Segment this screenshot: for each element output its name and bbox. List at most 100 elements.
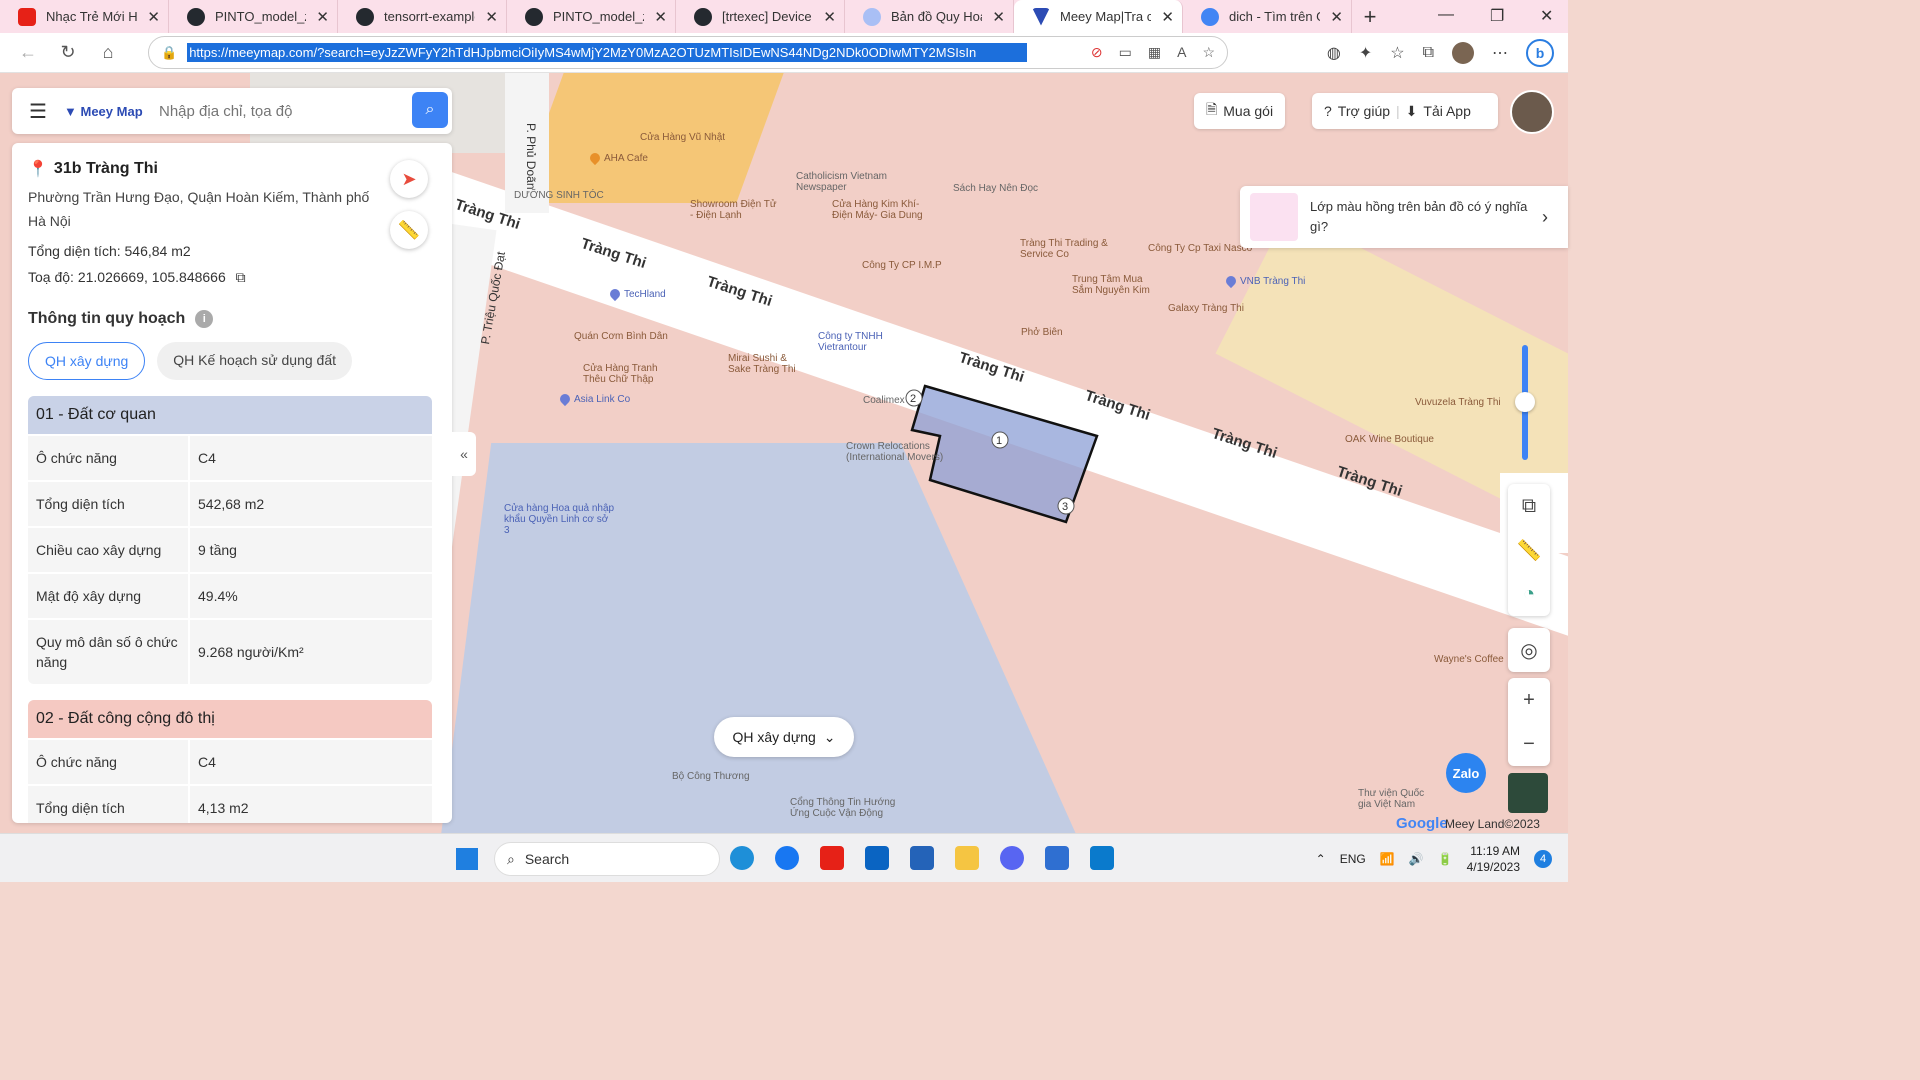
map-poi[interactable]: Tràng Thi Trading & Service Co xyxy=(1020,238,1120,260)
map-poi[interactable]: Cửa Hàng Kim Khí-Điện Máy- Gia Dung xyxy=(832,199,932,221)
zalo-icon[interactable]: Zalo xyxy=(1446,753,1486,793)
minimize-icon[interactable]: — xyxy=(1438,6,1454,24)
map-poi[interactable]: Vuvuzela Tràng Thi xyxy=(1415,397,1501,408)
browser-tab[interactable]: PINTO_model_zoo✕ xyxy=(507,0,676,33)
map-poi[interactable]: Trung Tâm Mua Sắm Nguyên Kim xyxy=(1072,274,1162,296)
facebook-icon[interactable] xyxy=(775,846,799,870)
browser-tab[interactable]: Bản đồ Quy Hoạch✕ xyxy=(845,0,1014,33)
close-icon[interactable]: ✕ xyxy=(147,8,160,26)
tab-qh-xay-dung[interactable]: QH xây dựng xyxy=(28,342,146,380)
refresh-icon[interactable]: ↻ xyxy=(48,42,88,63)
qr-icon[interactable]: ▦ xyxy=(1148,44,1161,61)
restore-icon[interactable]: ❐ xyxy=(1490,6,1504,26)
youtube-icon[interactable] xyxy=(820,846,844,870)
extensions-icon[interactable]: ✦ xyxy=(1359,43,1372,63)
search-button[interactable]: ⌕ xyxy=(412,92,448,128)
windows-start-icon[interactable] xyxy=(456,848,478,870)
opacity-slider-handle[interactable] xyxy=(1515,392,1535,412)
info-icon[interactable]: i xyxy=(195,310,214,328)
back-icon[interactable]: ← xyxy=(8,42,48,63)
map-poi[interactable]: Phở Biên xyxy=(1021,327,1063,338)
browser-tab[interactable]: dich - Tìm trên Go✕ xyxy=(1183,0,1352,33)
url-text[interactable]: https://meeymap.com/?search=eyJzZWFyY2hT… xyxy=(187,43,1028,62)
wifi-icon[interactable]: 📶 xyxy=(1380,852,1395,866)
map-poi[interactable]: Công ty TNHH Vietrantour xyxy=(818,331,898,353)
bing-icon[interactable]: b xyxy=(1526,39,1554,67)
browser-tab-active[interactable]: Meey Map|Tra cứu✕ xyxy=(1014,0,1183,33)
map-poi[interactable]: Thư viện Quốc gia Việt Nam xyxy=(1358,788,1428,810)
discord-icon[interactable] xyxy=(1000,846,1024,870)
url-field[interactable]: 🔒 https://meeymap.com/?search=eyJzZWFyY2… xyxy=(148,36,1228,69)
map-poi[interactable]: VNB Tràng Thi xyxy=(1223,274,1305,289)
browser-tab[interactable]: PINTO_model_zoo✕ xyxy=(169,0,338,33)
map-poi[interactable]: TecHland xyxy=(607,287,666,302)
language-indicator[interactable]: ENG xyxy=(1340,852,1366,866)
menu-icon[interactable]: ☰ xyxy=(12,99,64,124)
browser-tab[interactable]: Nhạc Trẻ Mới Hay✕ xyxy=(0,0,169,33)
buy-package-button[interactable]: 🗎 Mua gói xyxy=(1194,93,1286,129)
collections-icon[interactable]: ⧉ xyxy=(1423,44,1434,62)
close-icon[interactable]: ✕ xyxy=(485,8,498,26)
map-poi[interactable]: Công Ty Cp Taxi Nasco xyxy=(1148,243,1252,254)
close-icon[interactable]: ✕ xyxy=(992,8,1005,26)
close-icon[interactable]: ✕ xyxy=(654,8,667,26)
layer-select[interactable]: QH xây dựng ⌄ xyxy=(714,717,854,757)
map-poi[interactable]: Galaxy Tràng Thi xyxy=(1168,303,1244,314)
meey-map-logo[interactable]: ▼ Meey Map xyxy=(64,104,159,119)
map-poi[interactable]: DƯỠNG SINH TÓC xyxy=(514,190,604,201)
map-poi[interactable]: Asia Link Co xyxy=(557,392,630,407)
map-poi[interactable]: Cổng Thông Tin Hướng Ứng Cuộc Vận Động xyxy=(790,797,900,819)
map-poi[interactable]: Catholicism Vietnam Newspaper xyxy=(796,171,896,193)
tab-qh-ke-hoach[interactable]: QH Kế hoạch sử dụng đất xyxy=(157,342,352,380)
profile-avatar[interactable] xyxy=(1452,42,1474,64)
map-poi[interactable]: Mirai Sushi & Sake Tràng Thi xyxy=(728,353,808,375)
compass-icon[interactable]: ➤ xyxy=(390,160,428,198)
edge-icon[interactable] xyxy=(730,846,754,870)
map-poi[interactable]: OAK Wine Boutique xyxy=(1345,434,1434,445)
favorite-add-icon[interactable]: ☆ xyxy=(1202,44,1215,61)
measure-icon[interactable]: 📏 xyxy=(1517,528,1542,572)
browser-tab[interactable]: tensorrt-examples✕ xyxy=(338,0,507,33)
close-icon[interactable]: ✕ xyxy=(316,8,329,26)
battery-icon[interactable]: 🔋 xyxy=(1438,852,1453,866)
close-window-icon[interactable]: ✕ xyxy=(1540,6,1553,26)
app-icon[interactable]: ▭ xyxy=(1119,44,1132,61)
visio-icon[interactable] xyxy=(1045,846,1069,870)
favorites-icon[interactable]: ☆ xyxy=(1390,43,1404,63)
search-input[interactable] xyxy=(159,102,399,120)
locate-icon[interactable]: ◎ xyxy=(1520,628,1537,672)
read-aloud-icon[interactable]: A xyxy=(1177,44,1186,61)
zoom-out-icon[interactable]: − xyxy=(1523,722,1535,766)
browser-tab[interactable]: [trtexec] Device m✕ xyxy=(676,0,845,33)
map-poi[interactable]: Coalimex xyxy=(863,395,905,406)
map-poi[interactable]: Showroom Điện Tử - Điện Lạnh xyxy=(690,199,780,221)
satellite-thumbnail[interactable] xyxy=(1508,773,1548,813)
map-poi[interactable]: Crown Relocations (International Movers) xyxy=(846,441,946,463)
map-poi[interactable]: Bộ Công Thương xyxy=(672,771,750,782)
whiteboard-icon[interactable] xyxy=(910,846,934,870)
map-poi[interactable]: Cửa Hàng Vũ Nhật xyxy=(640,132,725,143)
vscode-icon[interactable] xyxy=(1090,846,1114,870)
collapse-panel-button[interactable]: « xyxy=(452,432,476,476)
close-icon[interactable]: ✕ xyxy=(1330,8,1343,26)
new-tab-button[interactable]: + xyxy=(1352,4,1388,30)
chevron-up-icon[interactable]: ⌃ xyxy=(1316,852,1326,866)
volume-icon[interactable]: 🔊 xyxy=(1409,852,1424,866)
user-avatar[interactable] xyxy=(1510,90,1554,134)
map-poi[interactable]: Cửa Hàng Tranh Thêu Chữ Thập xyxy=(583,363,663,385)
notification-badge[interactable]: 4 xyxy=(1534,849,1552,868)
split-view-icon[interactable]: ⧉ xyxy=(1522,484,1536,528)
map-poi[interactable]: Sách Hay Nên Đọc xyxy=(953,183,1038,194)
ruler-icon[interactable]: 📏 xyxy=(390,211,428,249)
help-button[interactable]: ? Trợ giúp | ⬇ Tải App xyxy=(1312,93,1498,129)
globe-icon[interactable]: ◍ xyxy=(1327,43,1341,63)
map-poi[interactable]: Wayne's Coffee xyxy=(1434,654,1504,665)
close-icon[interactable]: ✕ xyxy=(1161,8,1174,26)
copy-icon[interactable]: ⧉ xyxy=(236,269,246,285)
tracking-icon[interactable]: ⊘ xyxy=(1091,44,1103,61)
map-poi[interactable]: AHA Cafe xyxy=(587,151,648,166)
map-poi[interactable]: Quán Cơm Bình Dân xyxy=(574,331,668,342)
layers-pie-icon[interactable]: ◔ xyxy=(1523,572,1535,616)
clock[interactable]: 11:19 AM 4/19/2023 xyxy=(1467,843,1520,875)
map-poi[interactable]: Cửa hàng Hoa quả nhập khẩu Quyền Linh cơ… xyxy=(504,503,616,536)
